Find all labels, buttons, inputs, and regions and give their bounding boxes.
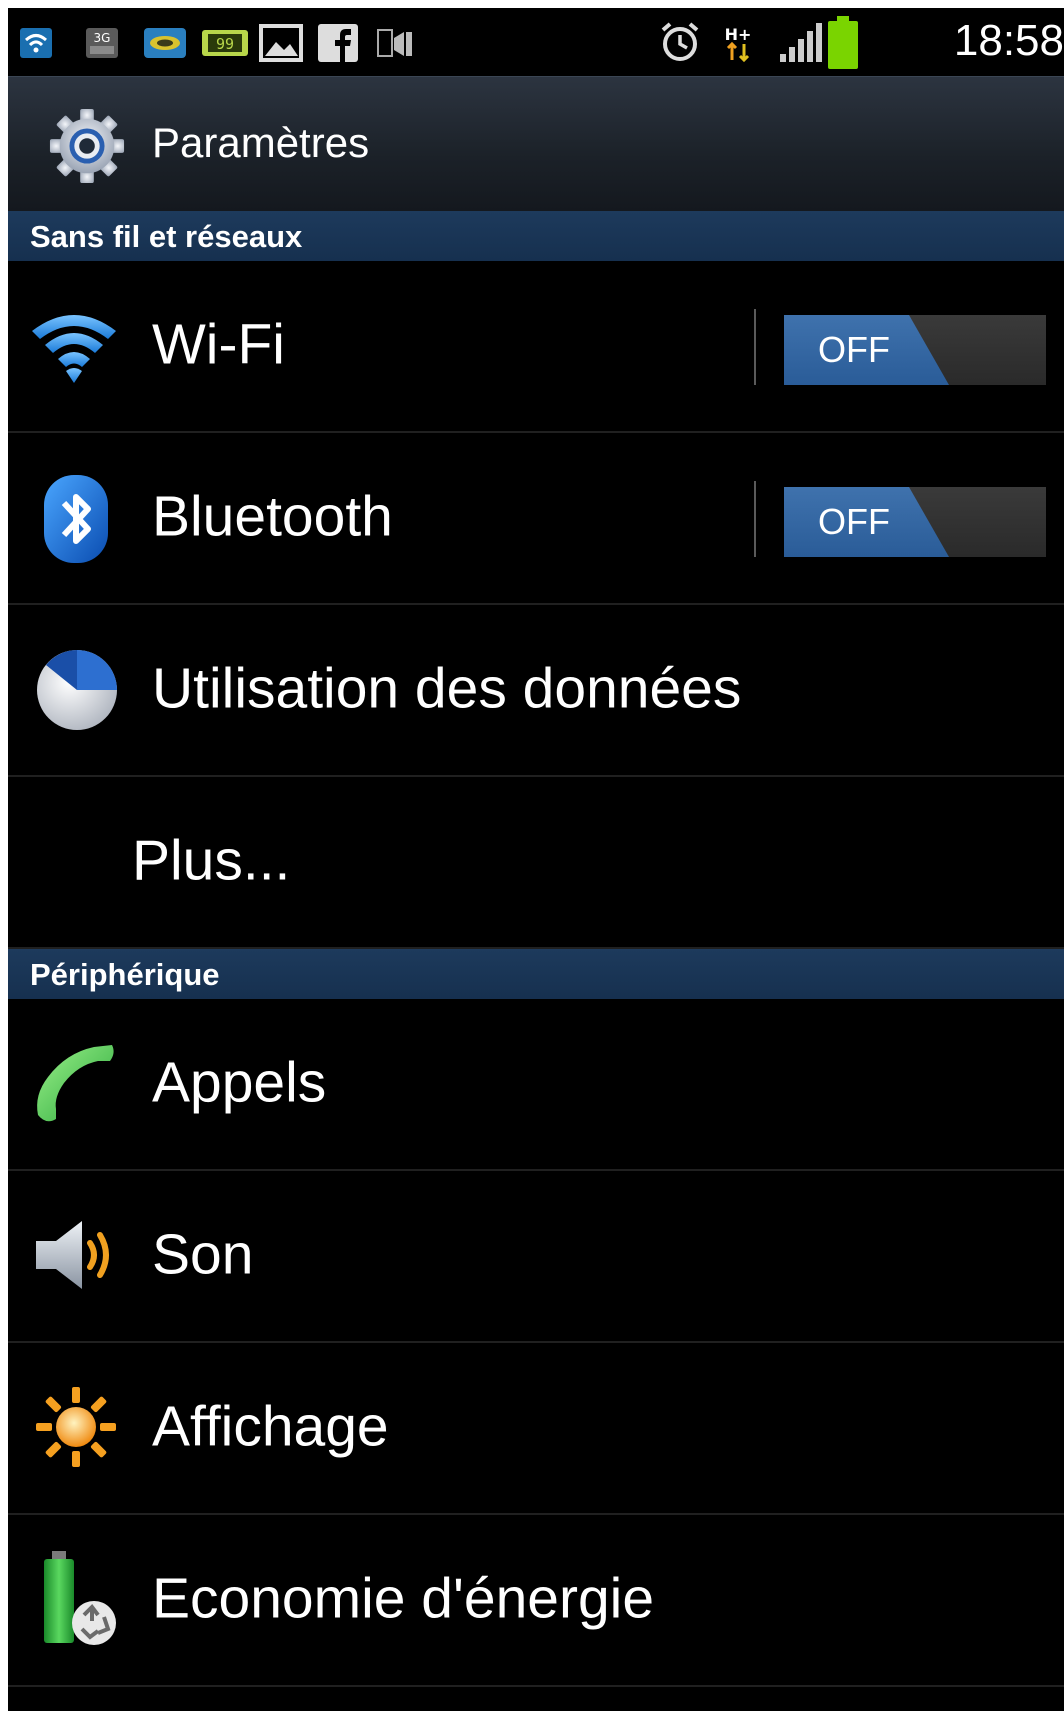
section-header-wireless: Sans fil et réseaux [8,211,1064,261]
99-badge-text: 99 [216,35,234,53]
battery-99-notification-icon: 99 [202,30,248,56]
battery-recycle-icon [44,1551,116,1645]
bluetooth-toggle[interactable]: OFF [784,487,1046,557]
settings-item-label: Utilisation des données [152,656,742,721]
settings-item-wifi[interactable]: Wi-Fi OFF [8,261,1064,433]
toggle-state-label: OFF [818,329,890,370]
toggle-state-label: OFF [818,501,890,542]
gear-icon [49,108,125,184]
settings-item-label: Affichage [152,1394,389,1459]
toggle-divider [754,481,756,557]
settings-item-label: Wi-Fi [152,312,285,377]
sun-icon [36,1387,116,1467]
settings-item-label: Plus... [132,828,291,893]
list-continuation [8,1687,1064,1711]
status-bar: 3G 99 H+ 18:58 [8,8,1064,76]
settings-item-calls[interactable]: Appels [8,999,1064,1171]
3g-data-icon: 3G [86,28,118,58]
h-plus-data-icon: H+ [725,25,752,63]
image-notification-icon [259,24,303,62]
ftp-icon [377,29,412,57]
settings-item-power-saving[interactable]: Economie d'énergie [8,1515,1064,1687]
section-header-label: Périphérique [30,957,220,992]
speaker-icon [36,1221,109,1289]
section-header-device: Périphérique [8,949,1064,999]
status-time: 18:58 [953,16,1064,65]
wifi-notification-icon [20,28,52,58]
bluetooth-icon [44,475,108,563]
settings-item-label: Economie d'énergie [152,1566,655,1631]
settings-item-data-usage[interactable]: Utilisation des données [8,605,1064,777]
settings-screen: 3G 99 H+ 18:58 Paramètres Sans fil et ré… [8,8,1064,1711]
settings-item-label: Son [152,1222,254,1287]
title-bar: Paramètres [8,76,1064,212]
alarm-icon [661,22,699,61]
phone-icon [37,1045,114,1122]
wifi-toggle[interactable]: OFF [784,315,1046,385]
settings-item-sound[interactable]: Son [8,1171,1064,1343]
battery-icon [828,16,858,69]
3g-badge-text: 3G [94,31,111,45]
signal-strength-icon [780,23,822,62]
toggle-knob: OFF [784,487,949,557]
settings-item-bluetooth[interactable]: Bluetooth OFF [8,433,1064,605]
section-header-label: Sans fil et réseaux [30,219,303,254]
pie-chart-icon [37,650,117,730]
game-notification-icon [144,28,186,58]
settings-item-display[interactable]: Affichage [8,1343,1064,1515]
facebook-icon [318,24,358,62]
settings-item-label: Bluetooth [152,484,393,549]
toggle-knob: OFF [784,315,949,385]
settings-item-label: Appels [152,1050,327,1115]
page-title: Paramètres [152,119,370,166]
wifi-icon [32,315,116,383]
settings-item-more[interactable]: Plus... [8,777,1064,949]
h-plus-badge-text: H+ [725,25,752,44]
toggle-divider [754,309,756,385]
